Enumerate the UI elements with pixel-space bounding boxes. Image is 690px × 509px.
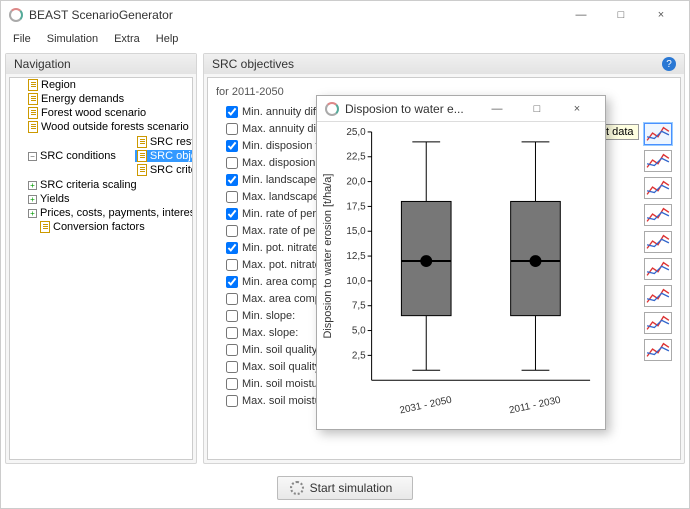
- footer: Start simulation: [1, 468, 689, 508]
- tree-yields[interactable]: +Yields: [26, 193, 72, 205]
- viz-thumb[interactable]: [644, 177, 672, 199]
- objective-checkbox[interactable]: [226, 378, 238, 390]
- doc-icon: [28, 121, 38, 133]
- main-header: SRC objectives ?: [204, 54, 684, 74]
- close-button[interactable]: ×: [641, 1, 681, 29]
- svg-text:20,0: 20,0: [346, 177, 366, 188]
- objective-checkbox[interactable]: [226, 106, 238, 118]
- doc-icon: [137, 136, 147, 148]
- viz-thumb[interactable]: [644, 258, 672, 280]
- menu-extra[interactable]: Extra: [106, 31, 148, 47]
- tree-src-criteria[interactable]: SRC criteria weight: [135, 164, 193, 176]
- svg-text:22,5: 22,5: [346, 152, 366, 163]
- objective-checkbox[interactable]: [226, 225, 238, 237]
- app-logo-icon: [9, 8, 23, 22]
- svg-text:25,0: 25,0: [346, 127, 366, 138]
- tree-src-restrict[interactable]: SRC restrictions: [135, 136, 193, 148]
- objective-label: Max. slope:: [242, 327, 298, 339]
- objective-checkbox[interactable]: [226, 276, 238, 288]
- popup-maximize[interactable]: □: [517, 95, 557, 123]
- svg-text:17,5: 17,5: [346, 201, 366, 212]
- tree-energy[interactable]: Energy demands: [26, 93, 126, 105]
- start-simulation-button[interactable]: Start simulation: [277, 476, 414, 500]
- gear-icon: [290, 481, 304, 495]
- tree-conversion[interactable]: Conversion factors: [38, 221, 147, 233]
- objective-checkbox[interactable]: [226, 327, 238, 339]
- objective-checkbox[interactable]: [226, 395, 238, 407]
- svg-text:2031 - 2050: 2031 - 2050: [399, 395, 454, 417]
- objective-checkbox[interactable]: [226, 123, 238, 135]
- menu-simulation[interactable]: Simulation: [39, 31, 106, 47]
- popup-minimize[interactable]: —: [477, 95, 517, 123]
- objective-checkbox[interactable]: [226, 259, 238, 271]
- help-icon[interactable]: ?: [662, 57, 676, 71]
- viz-thumb[interactable]: [644, 204, 672, 226]
- doc-icon: [28, 79, 38, 91]
- svg-text:15,0: 15,0: [346, 226, 366, 237]
- tree-region[interactable]: Region: [26, 79, 78, 91]
- app-logo-icon: [325, 102, 339, 116]
- svg-text:Disposion to water erosion [t/: Disposion to water erosion [t/ha/a]: [322, 174, 334, 339]
- app-title: BEAST ScenarioGenerator: [29, 8, 173, 22]
- svg-text:2,5: 2,5: [352, 350, 366, 361]
- popup-title: Disposion to water e...: [345, 102, 464, 116]
- viz-thumb[interactable]: [644, 231, 672, 253]
- navigation-header: Navigation: [6, 54, 196, 74]
- svg-text:2011 - 2030: 2011 - 2030: [508, 395, 562, 417]
- chart-svg: 2,5 5,0 7,5 10,0 12,5 15,0 17,5 20,0 22,5 25,0 Dis…: [317, 122, 605, 425]
- doc-icon: [28, 107, 38, 119]
- viz-thumb[interactable]: [644, 285, 672, 307]
- navigation-tree[interactable]: Region Energy demands Forest wood scenar…: [9, 77, 193, 460]
- popup-close[interactable]: ×: [557, 95, 597, 123]
- svg-text:5,0: 5,0: [352, 326, 366, 337]
- doc-icon: [28, 93, 38, 105]
- objective-checkbox[interactable]: [226, 310, 238, 322]
- chart-popup: Disposion to water e... — □ × 2,5 5,0 7,5 1…: [316, 95, 606, 430]
- objective-checkbox[interactable]: [226, 242, 238, 254]
- viz-thumb[interactable]: Open visualization of input data: [644, 123, 672, 145]
- tree-prices[interactable]: +Prices, costs, payments, interest rate: [26, 207, 193, 219]
- menubar: File Simulation Extra Help: [1, 29, 689, 49]
- objective-label: Min. slope:: [242, 310, 295, 322]
- tree-woodout[interactable]: Wood outside forests scenario: [26, 121, 191, 133]
- objective-checkbox[interactable]: [226, 208, 238, 220]
- minimize-button[interactable]: —: [561, 1, 601, 29]
- tree-scaling[interactable]: +SRC criteria scaling: [26, 179, 139, 191]
- svg-text:7,5: 7,5: [352, 301, 366, 312]
- expand-icon[interactable]: +: [28, 195, 37, 204]
- viz-thumb[interactable]: [644, 312, 672, 334]
- objective-checkbox[interactable]: [226, 361, 238, 373]
- objective-checkbox[interactable]: [226, 140, 238, 152]
- viz-thumb[interactable]: [644, 339, 672, 361]
- boxplot-chart: 2,5 5,0 7,5 10,0 12,5 15,0 17,5 20,0 22,5 25,0 Dis…: [317, 122, 605, 430]
- objective-checkbox[interactable]: [226, 293, 238, 305]
- doc-icon: [137, 150, 147, 162]
- svg-text:10,0: 10,0: [346, 276, 366, 287]
- tree-forest[interactable]: Forest wood scenario: [26, 107, 148, 119]
- viz-thumb[interactable]: [644, 150, 672, 172]
- tree-src[interactable]: −SRC conditions: [26, 150, 118, 162]
- expand-icon[interactable]: +: [28, 181, 37, 190]
- collapse-icon[interactable]: −: [28, 152, 37, 161]
- visualization-thumbs: Open visualization of input data: [644, 123, 672, 361]
- objective-checkbox[interactable]: [226, 191, 238, 203]
- doc-icon: [40, 221, 50, 233]
- expand-icon[interactable]: +: [28, 209, 37, 218]
- objective-checkbox[interactable]: [226, 344, 238, 356]
- tree-src-objectives[interactable]: SRC objectives: [135, 150, 193, 162]
- objective-checkbox[interactable]: [226, 174, 238, 186]
- main-titlebar: BEAST ScenarioGenerator — □ ×: [1, 1, 689, 29]
- popup-titlebar[interactable]: Disposion to water e... — □ ×: [317, 96, 605, 122]
- menu-file[interactable]: File: [5, 31, 39, 47]
- navigation-panel: Navigation Region Energy demands Forest …: [5, 53, 197, 464]
- doc-icon: [137, 164, 147, 176]
- objective-checkbox[interactable]: [226, 157, 238, 169]
- svg-text:12,5: 12,5: [346, 251, 366, 262]
- maximize-button[interactable]: □: [601, 1, 641, 29]
- menu-help[interactable]: Help: [148, 31, 187, 47]
